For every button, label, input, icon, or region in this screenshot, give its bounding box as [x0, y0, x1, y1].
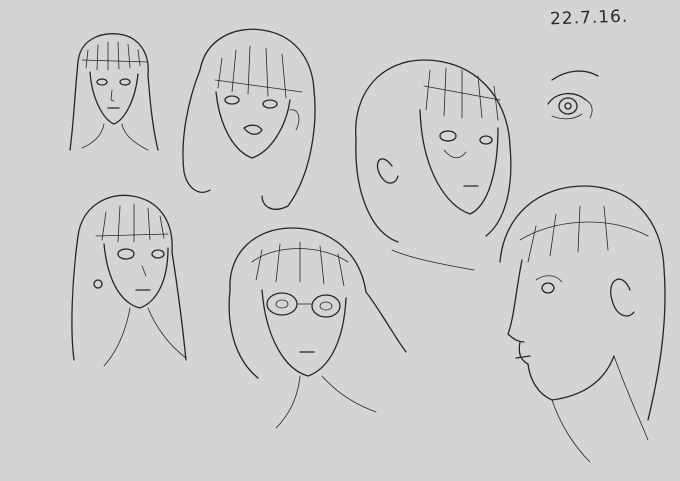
- sketch-eye-study: [547, 70, 599, 120]
- sketch-side-profile: [499, 185, 666, 463]
- sketch-looking-up: [71, 194, 187, 367]
- sketches-canvas: [69, 28, 666, 463]
- sketch-open-mouth: [182, 28, 316, 210]
- sketch-with-glasses: [228, 227, 407, 429]
- sketch-sheet: 22.7.16.: [0, 0, 680, 481]
- sketch-front-face: [69, 33, 159, 151]
- sketch-bob-three-quarter: [355, 59, 512, 271]
